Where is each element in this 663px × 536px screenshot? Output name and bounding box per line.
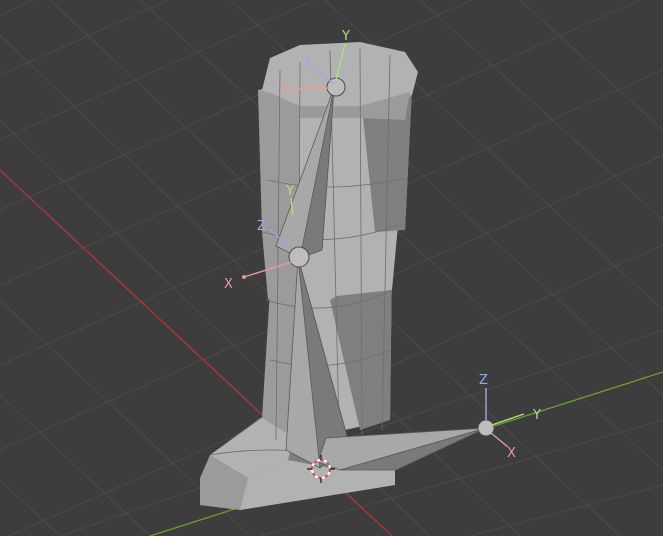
gizmo-middle-x-label: X: [224, 277, 233, 292]
gizmo-foot-y-label: Y: [532, 408, 541, 423]
gizmo-foot-bone: Z Y X: [479, 373, 541, 461]
gizmo-foot-z-label: Z: [479, 373, 488, 388]
gizmo-top-y-label: Y: [341, 29, 350, 44]
3d-viewport[interactable]: Y Z X Y Z X Z Y X: [0, 0, 663, 536]
joint-middle[interactable]: [288, 246, 310, 268]
gizmo-top-x-label: X: [280, 83, 289, 98]
gizmo-middle-y-label: Y: [285, 184, 294, 199]
gizmo-middle-z-label: Z: [257, 219, 266, 234]
gizmo-foot-x-label: X: [507, 446, 516, 461]
viewport-scene[interactable]: Y Z X Y Z X Z Y X: [0, 0, 663, 536]
gizmo-top-z-label: Z: [302, 57, 311, 72]
